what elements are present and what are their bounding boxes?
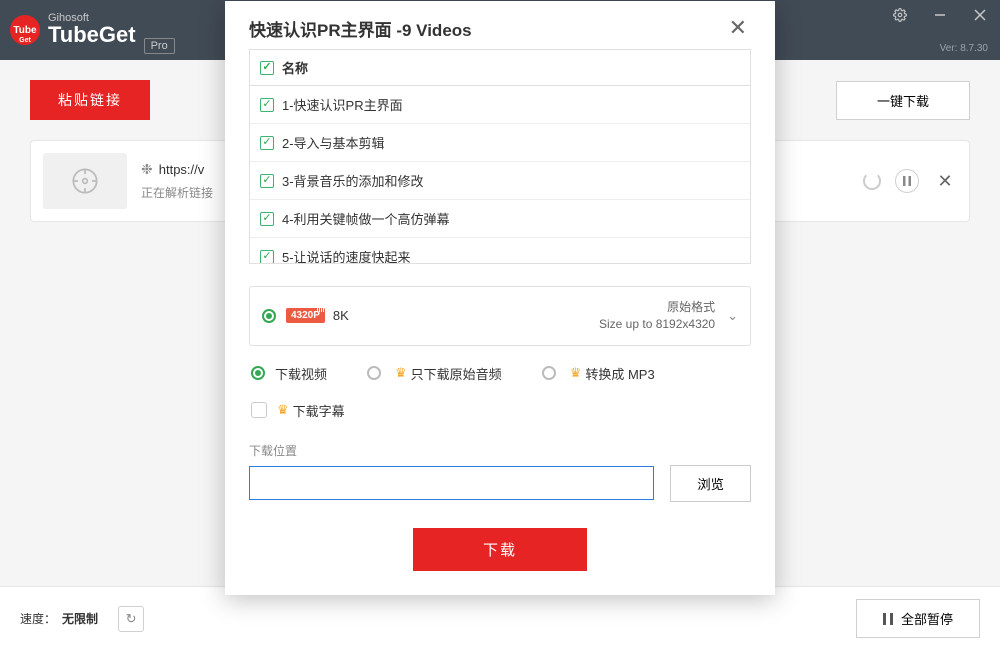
list-item[interactable]: 3-背景音乐的添加和修改	[250, 162, 750, 200]
download-button[interactable]: 下载	[413, 528, 587, 571]
quality-label: 8K	[333, 308, 349, 323]
quality-meta: 原始格式 Size up to 8192x4320	[599, 299, 715, 333]
select-all-checkbox[interactable]	[260, 61, 274, 75]
item-checkbox[interactable]	[260, 98, 274, 112]
location-label: 下载位置	[249, 442, 751, 459]
crown-icon: ♛	[277, 402, 289, 418]
quality-radio[interactable]	[262, 309, 276, 323]
download-dialog: 快速认识PR主界面 -9 Videos ✕ 名称 1-快速认识PR主界面 2-导…	[225, 1, 775, 595]
item-checkbox[interactable]	[260, 250, 274, 264]
dialog-close-icon[interactable]: ✕	[725, 15, 751, 41]
subtitle-option[interactable]: ♛ 下载字幕	[251, 401, 749, 420]
dialog-title: 快速认识PR主界面 -9 Videos	[249, 16, 472, 41]
item-checkbox[interactable]	[260, 136, 274, 150]
radio-icon[interactable]	[542, 366, 556, 380]
radio-icon[interactable]	[251, 366, 265, 380]
list-item[interactable]: 4-利用关键帧做一个高仿弹幕	[250, 200, 750, 238]
convert-mp3-option[interactable]: ♛转换成 MP3	[542, 364, 655, 383]
chevron-down-icon[interactable]: ⌄	[727, 308, 738, 324]
crown-icon: ♛	[570, 365, 582, 381]
crown-icon: ♛	[395, 365, 407, 381]
download-location-input[interactable]	[249, 466, 654, 500]
download-video-option[interactable]: 下载视频	[251, 364, 327, 383]
audio-only-option[interactable]: ♛只下载原始音频	[367, 364, 502, 383]
subtitle-checkbox[interactable]	[251, 402, 267, 418]
radio-icon[interactable]	[367, 366, 381, 380]
list-item[interactable]: 2-导入与基本剪辑	[250, 124, 750, 162]
list-item[interactable]: 5-让说话的速度快起来	[250, 238, 750, 264]
modal-overlay: 快速认识PR主界面 -9 Videos ✕ 名称 1-快速认识PR主界面 2-导…	[0, 0, 1000, 650]
item-checkbox[interactable]	[260, 212, 274, 226]
browse-button[interactable]: 浏览	[670, 465, 751, 502]
list-header[interactable]: 名称	[249, 49, 751, 86]
name-column-label: 名称	[282, 58, 308, 77]
list-item[interactable]: 1-快速认识PR主界面	[250, 86, 750, 124]
video-list[interactable]: 1-快速认识PR主界面 2-导入与基本剪辑 3-背景音乐的添加和修改 4-利用关…	[249, 86, 751, 264]
quality-selector[interactable]: 4320P 8K 原始格式 Size up to 8192x4320 ⌄	[249, 286, 751, 346]
item-checkbox[interactable]	[260, 174, 274, 188]
resolution-badge: 4320P	[286, 308, 325, 323]
